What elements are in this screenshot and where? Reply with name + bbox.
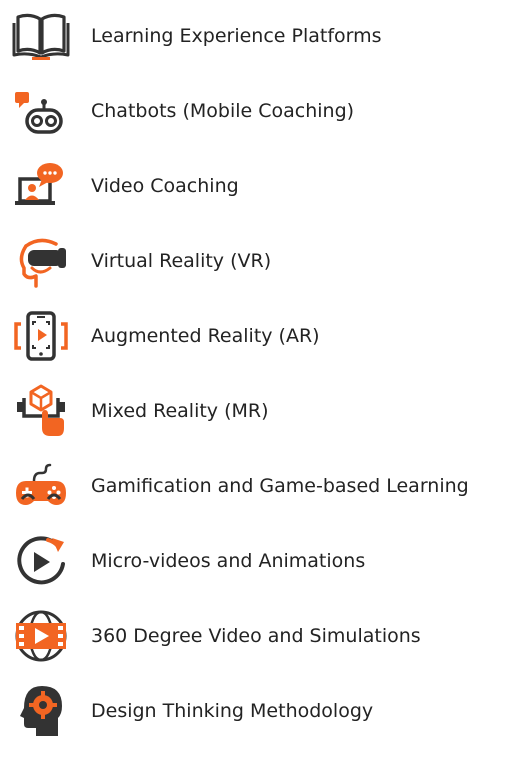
item-label: Learning Experience Platforms [91,25,382,47]
list-item: Gamification and Game-based Learning [0,457,529,527]
item-label: Gamification and Game-based Learning [91,475,469,497]
list-item: Video Coaching [0,157,529,227]
item-label: 360 Degree Video and Simulations [91,625,421,647]
replay-play-icon [12,532,70,590]
list-item: Virtual Reality (VR) [0,232,529,302]
item-label: Augmented Reality (AR) [91,325,320,347]
list-item: Chatbots (Mobile Coaching) [0,82,529,152]
chatbot-icon [12,82,70,140]
video-coaching-icon [12,157,70,215]
item-label: Virtual Reality (VR) [91,250,272,272]
head-gear-icon [12,682,70,740]
list-item: Micro-videos and Animations [0,532,529,602]
list-item: 360 Degree Video and Simulations [0,607,529,677]
technology-list: Learning Experience Platforms Chatbots (… [0,0,529,765]
vr-headset-icon [12,232,70,290]
list-item: Mixed Reality (MR) [0,382,529,452]
item-label: Mixed Reality (MR) [91,400,269,422]
ar-phone-icon [12,307,70,365]
mixed-reality-icon [12,382,70,440]
gamepad-icon [12,457,70,515]
list-item: Learning Experience Platforms [0,7,529,77]
list-item: Augmented Reality (AR) [0,307,529,377]
item-label: Chatbots (Mobile Coaching) [91,100,355,122]
item-label: Video Coaching [91,175,239,197]
list-item: Design Thinking Methodology [0,682,529,752]
open-book-icon [12,7,70,65]
globe-film-icon [12,607,70,665]
item-label: Micro-videos and Animations [91,550,366,572]
item-label: Design Thinking Methodology [91,700,374,722]
